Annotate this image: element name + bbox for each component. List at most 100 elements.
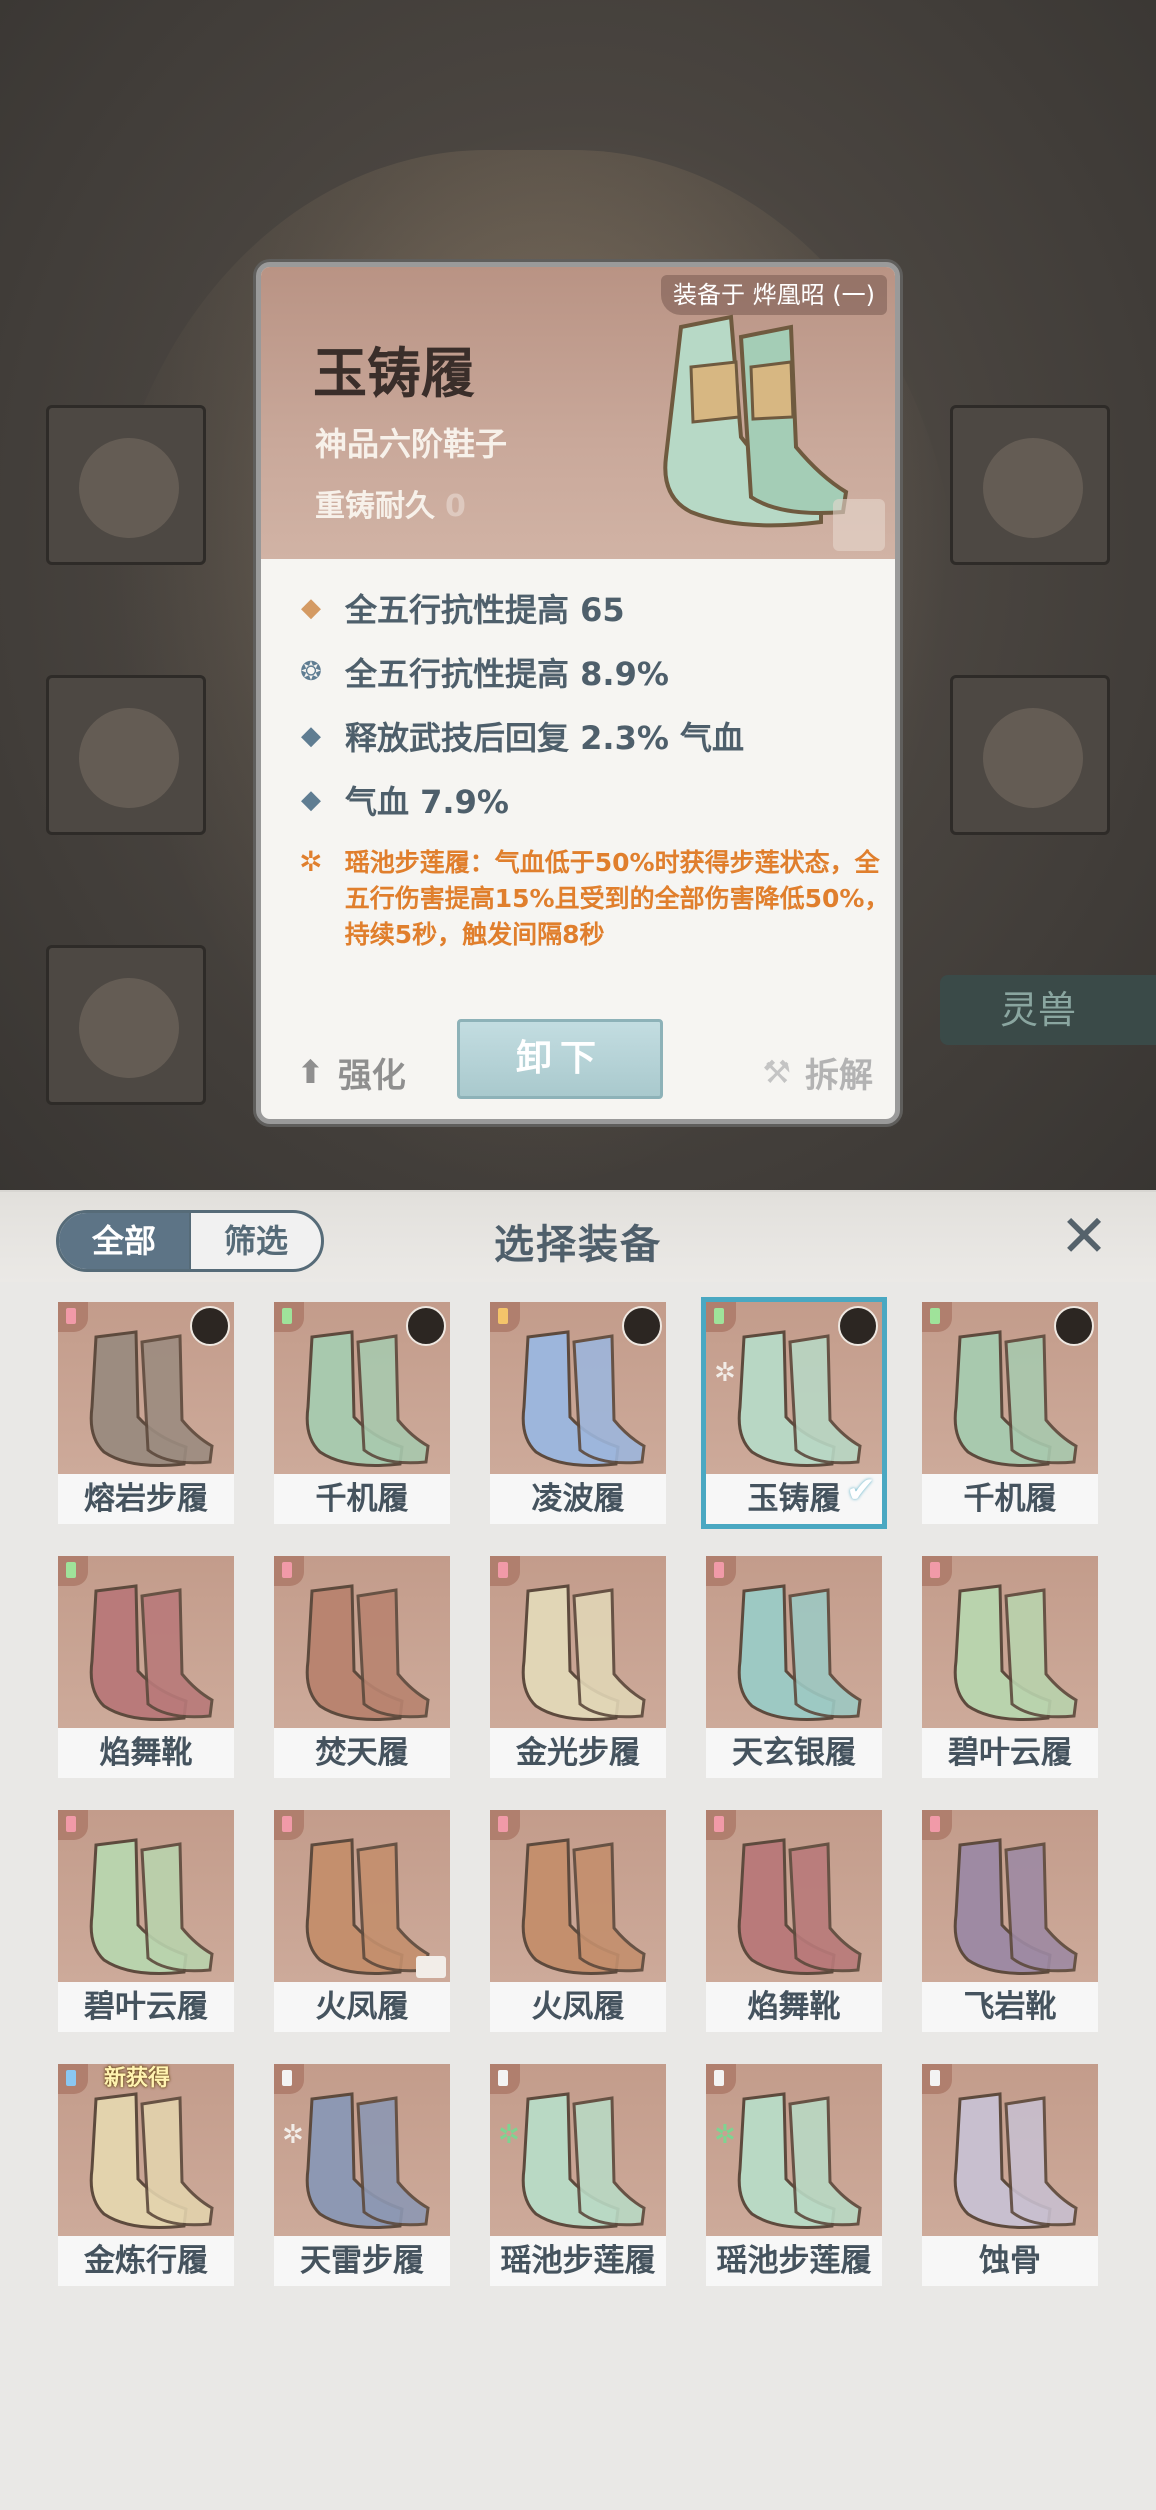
item-name-label: 金光步履 [490, 1728, 666, 1778]
equipment-select-panel: 选择装备 全部 筛选 ✕ 熔岩步履 千机履 凌波履 ✲ 玉铸履 ✔ 千机履 焰舞靴 焚天履 金光步… [0, 1190, 1156, 2510]
equipment-item-card[interactable]: 焰舞靴 [58, 1556, 234, 1778]
item-art: ✲ [706, 1302, 882, 1474]
tab-filter[interactable]: 筛选 [189, 1213, 321, 1269]
equipment-item-card[interactable]: ✲ 瑶池步莲履 [706, 2064, 882, 2286]
helmet-slot [46, 675, 206, 835]
stat-row: ❂ 全五行抗性提高 8.9% [291, 649, 669, 695]
durability-value: 0 [445, 489, 466, 524]
item-art [490, 1810, 666, 1982]
boot-icon [737, 2092, 862, 2229]
set-icon: ✲ [714, 1358, 736, 1388]
equipment-item-card[interactable]: 凌波履 [490, 1302, 666, 1524]
item-art [490, 1556, 666, 1728]
item-name-label: 焰舞靴 [58, 1728, 234, 1778]
item-name-label: 金炼行履 [58, 2236, 234, 2286]
item-name-label: 火凤履 [274, 1982, 450, 2032]
card-header: 装备于 烨凰昭 (一) 玉铸履 神品六阶鞋子 重铸耐久 0 [261, 267, 895, 559]
equipment-item-card[interactable]: 熔岩步履 [58, 1302, 234, 1524]
set-icon: ✲ [714, 2120, 736, 2150]
equipment-item-card[interactable]: 金炼行履 新获得 [58, 2064, 234, 2286]
equipment-item-card[interactable]: ✲ 玉铸履 ✔ [701, 1297, 887, 1529]
item-art: ✲ [274, 2064, 450, 2236]
item-name-label: 碧叶云履 [922, 1728, 1098, 1778]
boot-icon [737, 1584, 862, 1721]
stat-row: ◆ 气血 7.9% [291, 777, 509, 823]
equipment-item-card[interactable]: 火凤履 [274, 1810, 450, 2032]
owner-avatar [1054, 1306, 1094, 1346]
boot-icon [953, 1584, 1078, 1721]
filter-toggle: 全部 筛选 [56, 1210, 324, 1272]
equipment-item-card[interactable]: 焰舞靴 [706, 1810, 882, 2032]
item-art [58, 1302, 234, 1474]
tab-all[interactable]: 全部 [59, 1213, 189, 1269]
diamond-icon: ◆ [301, 785, 321, 815]
boot-icon [737, 1330, 862, 1467]
equipment-item-card[interactable]: 碧叶云履 [58, 1810, 234, 2032]
boot-icon [953, 1838, 1078, 1975]
item-name-label: 碧叶云履 [58, 1982, 234, 2032]
new-badge: 新获得 [104, 2066, 171, 2091]
item-art [922, 1302, 1098, 1474]
accessory-slot [950, 405, 1110, 565]
equipment-item-card[interactable]: 火凤履 [490, 1810, 666, 2032]
dismantle-button[interactable]: ⚒ 拆解 [762, 1047, 873, 1097]
close-icon[interactable]: ✕ [1052, 1204, 1116, 1268]
item-name-label: 飞岩靴 [922, 1982, 1098, 2032]
strengthen-button[interactable]: ⬆ 强化 [297, 1047, 406, 1097]
item-art [58, 1810, 234, 1982]
lock-icon [416, 1956, 446, 1978]
equipment-item-card[interactable]: ✲ 天雷步履 [274, 2064, 450, 2286]
lock-icon[interactable] [833, 499, 885, 551]
item-art [58, 1556, 234, 1728]
item-name-label: 焚天履 [274, 1728, 450, 1778]
equipment-item-card[interactable]: 飞岩靴 [922, 1810, 1098, 2032]
item-art [274, 1810, 450, 1982]
boot-icon [953, 1330, 1078, 1467]
item-name-label: 焰舞靴 [706, 1982, 882, 2032]
boot-icon [521, 1330, 646, 1467]
equipment-item-card[interactable]: ✲ 瑶池步莲履 [490, 2064, 666, 2286]
item-name-label: 凌波履 [490, 1474, 666, 1524]
item-art [706, 1810, 882, 1982]
checkmark-icon: ✔ [845, 1470, 876, 1511]
boot-icon [521, 1584, 646, 1721]
boot-icon [89, 1838, 214, 1975]
equipment-detail-card: 装备于 烨凰昭 (一) 玉铸履 神品六阶鞋子 重铸耐久 0 ◆ 全五行抗性提高 6… [256, 262, 900, 1124]
owner-avatar [622, 1306, 662, 1346]
boot-icon [305, 1838, 430, 1975]
boot-icon [305, 2092, 430, 2229]
durability-label: 重铸耐久 [315, 489, 435, 524]
item-grade: 神品六阶鞋子 [315, 425, 508, 463]
boot-icon [305, 1584, 430, 1721]
boot-icon [953, 2092, 1078, 2229]
boot-illustration [663, 314, 849, 528]
equipment-item-card[interactable]: 金光步履 [490, 1556, 666, 1778]
set-skill-row: ✲ 瑶池步莲履：气血低于50%时获得步莲状态，全五行伤害提高15%且受到的全部伤… [291, 845, 891, 953]
item-art [274, 1302, 450, 1474]
equipment-item-card[interactable]: 碧叶云履 [922, 1556, 1098, 1778]
item-name: 玉铸履 [313, 341, 475, 405]
equipment-item-card[interactable]: 千机履 [274, 1302, 450, 1524]
equipment-item-card[interactable]: 千机履 [922, 1302, 1098, 1524]
unequip-button[interactable]: 卸下 [457, 1019, 663, 1099]
boot-icon [89, 1330, 214, 1467]
diamond-icon: ◆ [301, 721, 321, 751]
item-art [274, 1556, 450, 1728]
item-art: ✲ [706, 2064, 882, 2236]
stat-row: ◆ 释放武技后回复 2.3% 气血 [291, 713, 744, 759]
diamond-icon: ◆ [301, 593, 321, 623]
item-art [490, 1302, 666, 1474]
boot-icon [521, 2092, 646, 2229]
item-art [706, 1556, 882, 1728]
equipment-item-card[interactable]: 焚天履 [274, 1556, 450, 1778]
item-name-label: 火凤履 [490, 1982, 666, 2032]
boot-icon [305, 1330, 430, 1467]
weapon-slot [46, 405, 206, 565]
owner-avatar [190, 1306, 230, 1346]
item-art [922, 1810, 1098, 1982]
boot-icon [89, 1584, 214, 1721]
equipment-item-card[interactable]: 蚀骨 [922, 2064, 1098, 2286]
item-name-label: 蚀骨 [922, 2236, 1098, 2286]
equipment-item-card[interactable]: 天玄银履 [706, 1556, 882, 1778]
arrow-up-icon: ⬆ [297, 1053, 324, 1091]
